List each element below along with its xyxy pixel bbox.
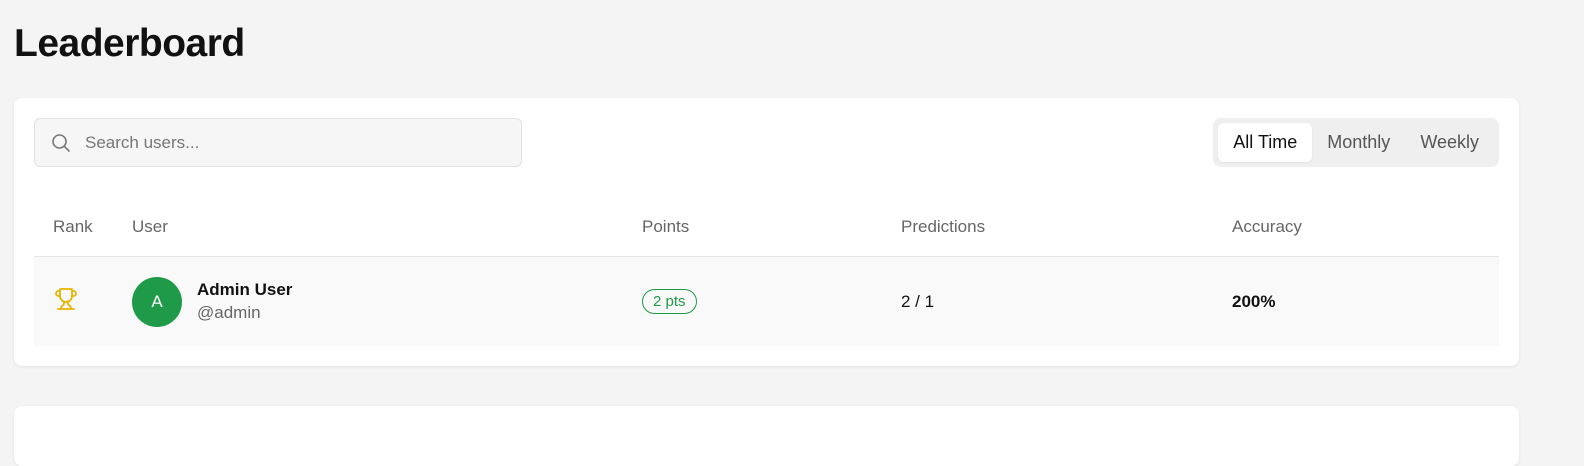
table-row[interactable]: A Admin User @admin 2 pts 2 / 1 200% [34,257,1499,346]
header-points[interactable]: Points [642,217,689,237]
search-icon [51,133,71,153]
time-range-tabs: All Time Monthly Weekly [1213,118,1499,167]
table-header: Rank User Points Predictions Accuracy [34,198,1499,257]
tab-all-time[interactable]: All Time [1218,123,1313,162]
header-user[interactable]: User [132,217,168,237]
page-title: Leaderboard [14,22,245,65]
user-name: Admin User [197,280,293,299]
tab-weekly[interactable]: Weekly [1405,123,1494,162]
trophy-icon [54,287,78,316]
user-handle: @admin [197,303,261,322]
rank-cell [54,257,78,346]
header-accuracy[interactable]: Accuracy [1232,217,1302,237]
accuracy-cell: 200% [1232,257,1275,346]
predictions-cell: 2 / 1 [901,257,934,346]
header-predictions[interactable]: Predictions [901,217,985,237]
search-box[interactable] [34,118,522,167]
user-cell: A Admin User @admin [132,257,292,346]
avatar: A [132,276,182,327]
search-input[interactable] [85,132,521,153]
accuracy-value: 200% [1232,291,1276,311]
points-cell: 2 pts [642,257,697,346]
predictions-value: 2 / 1 [901,291,935,311]
secondary-card [14,406,1519,466]
points-badge: 2 pts [642,289,697,314]
header-rank[interactable]: Rank [53,217,93,237]
tab-monthly[interactable]: Monthly [1312,123,1405,162]
leaderboard-card: All Time Monthly Weekly Rank User Points… [14,98,1519,366]
